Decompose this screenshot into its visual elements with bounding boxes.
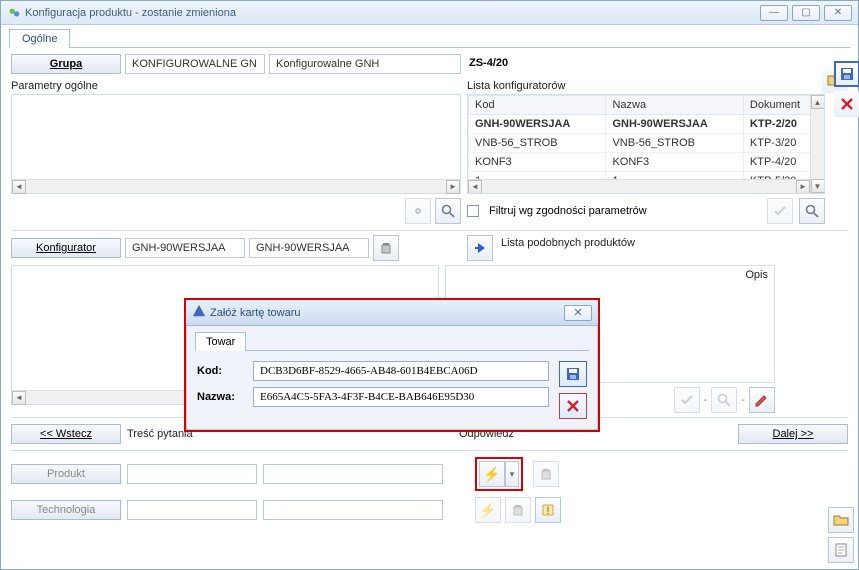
link-icon-button — [405, 198, 431, 224]
tech-bolt-button: ⚡ — [475, 497, 501, 523]
search-params-button[interactable] — [435, 198, 461, 224]
modal-app-icon — [192, 304, 206, 321]
konf-hscroll[interactable]: ◄► — [468, 179, 810, 193]
check-icon-button-2 — [674, 387, 700, 413]
konfigurator-name: GNH-90WERSJAA — [249, 238, 369, 258]
tab-general[interactable]: Ogólne — [9, 29, 70, 48]
konfiguratory-table[interactable]: Kod Nazwa Dokument GNH-90WERSJAAGNH-90WE… — [468, 95, 824, 191]
zs-label: ZS-4/20 — [467, 54, 797, 72]
konf-vscroll[interactable]: ▲▼ — [810, 95, 824, 193]
filter-label: Filtruj wg zgodności parametrów — [489, 205, 647, 217]
filter-checkbox[interactable] — [467, 205, 479, 217]
col-nazwa[interactable]: Nazwa — [606, 96, 743, 115]
produkt-button[interactable]: Produkt — [11, 464, 121, 484]
table-row[interactable]: GNH-90WERSJAAGNH-90WERSJAAKTP-2/20 — [469, 115, 824, 134]
svg-text:!: ! — [546, 505, 549, 517]
arrow-right-button[interactable] — [467, 235, 493, 261]
search-konf-button[interactable] — [799, 198, 825, 224]
bolt-dropdown-button[interactable]: ▾ — [505, 461, 519, 487]
new-product-modal: Załóż kartę towaru ✕ Towar Kod: Nazwa: — [184, 298, 600, 432]
edit-pencil-button[interactable] — [749, 387, 775, 413]
minimize-button[interactable]: — — [760, 5, 788, 21]
konfigurator-button[interactable]: Konfigurator — [11, 238, 121, 258]
close-window-button[interactable]: ✕ — [824, 5, 852, 21]
main-window: Konfiguracja produktu - zostanie zmienio… — [0, 0, 859, 570]
produkt-code-field[interactable] — [127, 464, 257, 484]
window-title: Konfiguracja produktu - zostanie zmienio… — [25, 7, 756, 19]
parametry-panel: ◄► — [11, 94, 461, 194]
right-save-close — [834, 61, 859, 117]
konfiguratory-panel: Kod Nazwa Dokument GNH-90WERSJAAGNH-90WE… — [467, 94, 825, 194]
save-button[interactable] — [834, 61, 859, 87]
modal-titlebar: Załóż kartę towaru ✕ — [186, 300, 598, 326]
col-kod[interactable]: Kod — [469, 96, 606, 115]
table-row[interactable]: KONF3KONF3KTP-4/20 — [469, 153, 824, 172]
modal-nazwa-label: Nazwa: — [197, 391, 247, 403]
modal-kod-input[interactable] — [253, 361, 549, 381]
group-name-field: Konfigurowalne GNH — [269, 54, 461, 74]
check-icon-button — [767, 198, 793, 224]
technologia-button[interactable]: Technologia — [11, 500, 121, 520]
bolt-icon: ⚡ — [483, 466, 500, 483]
konfigurator-code: GNH-90WERSJAA — [125, 238, 245, 258]
produkt-trash-button — [533, 461, 559, 487]
bolt-button[interactable]: ⚡ — [479, 461, 505, 487]
modal-close-button[interactable]: ✕ — [564, 305, 592, 321]
close-button[interactable] — [834, 91, 859, 117]
modal-title: Załóż kartę towaru — [210, 307, 300, 319]
lista-konf-label: Lista konfiguratorów — [467, 78, 825, 94]
technologia-code-field[interactable] — [127, 500, 257, 520]
group-button[interactable]: Grupa — [11, 54, 121, 74]
tech-trash-button — [505, 497, 531, 523]
parametry-hscroll[interactable]: ◄► — [12, 179, 460, 193]
modal-nazwa-input[interactable] — [253, 387, 549, 407]
bolt-icon-disabled: ⚡ — [479, 502, 496, 519]
tabbar: Ogólne — [1, 25, 858, 48]
opis-label: Opis — [745, 269, 768, 281]
app-icon — [7, 6, 21, 20]
table-row[interactable]: VNB-56_STROBVNB-56_STROBKTP-3/20 — [469, 134, 824, 153]
tresc-label: Treść pytania — [127, 426, 193, 442]
modal-kod-label: Kod: — [197, 365, 247, 377]
titlebar: Konfiguracja produktu - zostanie zmienio… — [1, 1, 858, 25]
modal-cancel-button[interactable] — [559, 393, 587, 419]
modal-tab-towar[interactable]: Towar — [195, 332, 246, 351]
delete-konfigurator-button[interactable] — [373, 235, 399, 261]
search-icon-button-2 — [711, 387, 737, 413]
dock-doc-button[interactable] — [828, 537, 854, 563]
parametry-label: Parametry ogólne — [11, 78, 461, 94]
next-button[interactable]: Dalej >> — [738, 424, 848, 444]
group-code-field: KONFIGUROWALNE GN — [125, 54, 265, 74]
technologia-name-field[interactable] — [263, 500, 443, 520]
modal-save-button[interactable] — [559, 361, 587, 387]
produkt-name-field[interactable] — [263, 464, 443, 484]
maximize-button[interactable]: ▢ — [792, 5, 820, 21]
tech-info-button[interactable]: ! — [535, 497, 561, 523]
content: Grupa KONFIGUROWALNE GN Konfigurowalne G… — [1, 48, 858, 531]
back-button[interactable]: << Wstecz — [11, 424, 121, 444]
dock-folder-button[interactable] — [828, 507, 854, 533]
lista-podobnych-label: Lista podobnych produktów — [501, 235, 848, 251]
